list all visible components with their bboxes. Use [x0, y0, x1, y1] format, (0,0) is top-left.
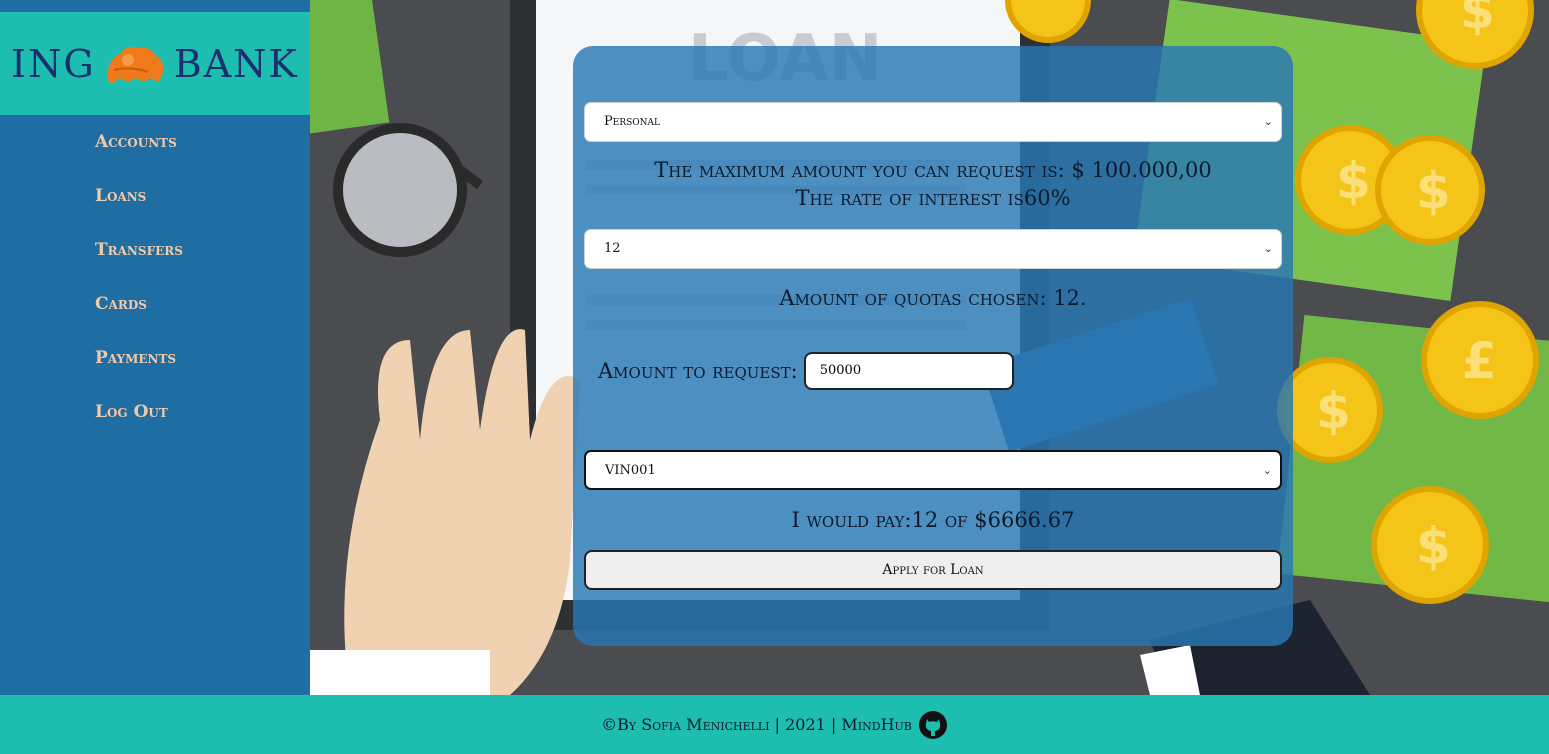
payment-summary-text: I would pay:12 of $6666.67	[791, 508, 1075, 532]
sidebar-item-loans[interactable]: Loans	[95, 179, 183, 233]
sidebar-top-strip	[0, 0, 310, 12]
sidebar-item-payments[interactable]: Payments	[95, 341, 183, 395]
quotas-select[interactable]: 12 ⌄	[584, 229, 1282, 269]
svg-text:$: $	[1416, 517, 1451, 575]
quotas-value: 12	[604, 241, 621, 256]
account-select[interactable]: VIN001 ⌄	[584, 450, 1282, 490]
svg-text:$: $	[1460, 0, 1495, 40]
footer-text: ©By Sofia Menichelli | 2021 | MindHub	[601, 715, 912, 734]
svg-text:$: $	[1316, 382, 1351, 440]
chevron-down-icon: ⌄	[1263, 242, 1273, 255]
chevron-down-icon: ⌄	[1262, 464, 1272, 477]
loan-type-select[interactable]: Personal ⌄	[584, 102, 1282, 142]
sidebar-item-transfers[interactable]: Transfers	[95, 233, 183, 287]
loan-form-card: Personal ⌄ The maximum amount you can re…	[573, 46, 1293, 646]
sidebar-item-logout[interactable]: Log Out	[95, 395, 183, 449]
sidebar-nav: Accounts Loans Transfers Cards Payments …	[95, 125, 183, 449]
footer: ©By Sofia Menichelli | 2021 | MindHub	[0, 695, 1549, 754]
amount-input[interactable]: 50000	[803, 352, 1014, 390]
account-value: VIN001	[605, 463, 656, 478]
amount-row: Amount to request: 50000	[598, 352, 1014, 390]
github-icon[interactable]	[918, 710, 948, 740]
svg-text:$: $	[1416, 162, 1451, 220]
max-amount-text: The maximum amount you can request is: $…	[654, 158, 1212, 182]
brand-text-bank: BANK	[173, 41, 299, 86]
chevron-down-icon: ⌄	[1263, 115, 1273, 128]
brand-logo[interactable]: ING BANK	[0, 12, 310, 115]
sidebar-item-accounts[interactable]: Accounts	[95, 125, 183, 179]
svg-text:£: £	[1462, 332, 1497, 390]
loan-type-value: Personal	[604, 114, 660, 129]
amount-label: Amount to request:	[598, 359, 798, 383]
apply-loan-button[interactable]: Apply for Loan	[584, 550, 1282, 590]
sidebar-item-cards[interactable]: Cards	[95, 287, 183, 341]
interest-rate-text: The rate of interest is60%	[795, 186, 1071, 210]
lion-icon	[107, 46, 163, 84]
quotas-chosen-text: Amount of quotas chosen: 12.	[779, 286, 1087, 310]
brand-text-ing: ING	[11, 41, 96, 86]
svg-text:$: $	[1336, 152, 1371, 210]
